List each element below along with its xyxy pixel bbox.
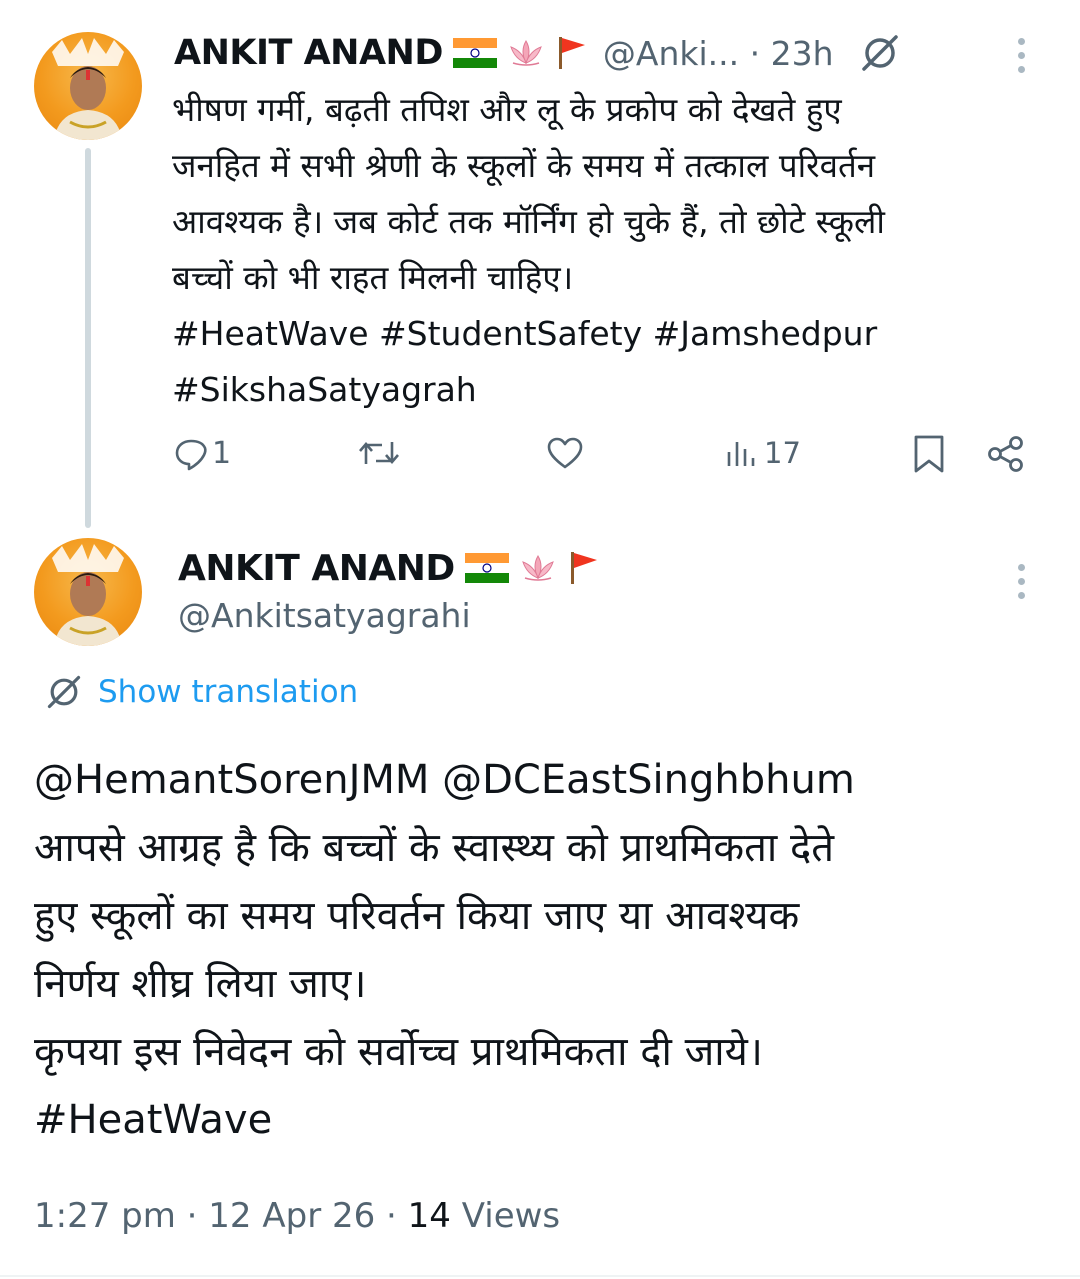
bookmark-icon — [914, 435, 944, 473]
views-label: Views — [450, 1196, 561, 1236]
views-number: 14 — [407, 1196, 451, 1236]
hashtag-link[interactable]: #SikshaSatyagrah — [172, 362, 1052, 418]
tweet1-header: ANKIT ANAND @Anki... · 23h — [174, 30, 902, 76]
show-translation-button[interactable]: Show translation — [44, 672, 358, 712]
translate-icon[interactable] — [858, 31, 902, 75]
lotus-icon — [510, 40, 542, 66]
hashtag-link[interactable]: #HeatWave — [34, 1086, 1054, 1154]
thread-line — [85, 148, 91, 528]
bookmark-button[interactable] — [912, 434, 946, 474]
tweet-text-line: बच्चों को भी राहत मिलनी चाहिए। — [172, 258, 574, 297]
tweet-text-line: जनहित में सभी श्रेणी के स्कूलों के समय म… — [172, 146, 876, 185]
avatar-image — [52, 544, 124, 646]
reply-button[interactable]: 1 — [174, 436, 231, 471]
translate-icon — [47, 675, 81, 709]
tweet2-body: @HemantSorenJMM @DCEastSinghbhum आपसे आग… — [34, 746, 1054, 1154]
tweet-text-line: निर्णय शीघ्र लिया जाए। — [34, 961, 367, 1007]
author-name[interactable]: ANKIT ANAND — [178, 548, 455, 589]
avatar-image — [52, 38, 124, 140]
timestamp[interactable]: 1:27 pm · 12 Apr 26 · — [34, 1196, 408, 1236]
avatar[interactable] — [34, 32, 142, 140]
mention-links[interactable]: @HemantSorenJMM @DCEastSinghbhum — [34, 746, 1054, 814]
lotus-icon — [521, 555, 554, 581]
divider — [0, 1275, 1080, 1277]
tweet-meta: 1:27 pm · 12 Apr 26 · 14 Views — [34, 1196, 560, 1236]
tweet-text-line: आपसे आग्रह है कि बच्चों के स्वास्थ्य को … — [34, 825, 834, 871]
share-icon — [988, 436, 1023, 472]
like-icon — [547, 437, 583, 469]
more-icon[interactable] — [1018, 564, 1025, 606]
india-flag-icon — [464, 553, 509, 583]
tweet-text-line: भीषण गर्मी, बढ़ती तपिश और लू के प्रकोप क… — [172, 90, 842, 129]
retweet-icon — [359, 442, 399, 464]
retweet-button[interactable] — [358, 436, 400, 470]
saffron-flag-icon — [558, 37, 585, 69]
author-name[interactable]: ANKIT ANAND — [174, 33, 443, 73]
handle[interactable]: @Ankitsatyagrahi — [178, 596, 471, 635]
show-translation-label: Show translation — [98, 674, 359, 710]
views-icon — [727, 442, 755, 466]
more-icon[interactable] — [1018, 38, 1025, 80]
tweet1-body: भीषण गर्मी, बढ़ती तपिश और लू के प्रकोप क… — [172, 82, 1052, 418]
share-button[interactable] — [986, 434, 1026, 474]
tweet-text-line: कृपया इस निवेदन को सर्वोच्च प्राथमिकता द… — [34, 1029, 763, 1075]
views-count: 17 — [764, 436, 801, 470]
handle-time[interactable]: @Anki... · 23h — [603, 34, 834, 73]
like-button[interactable] — [546, 436, 584, 470]
avatar[interactable] — [34, 538, 142, 646]
reply-icon — [175, 439, 207, 470]
tweet2-header: ANKIT ANAND — [178, 544, 601, 592]
tweet-text-line: आवश्यक है। जब कोर्ट तक मॉर्निंग हो चुके … — [172, 202, 885, 241]
reply-count: 1 — [212, 436, 232, 471]
saffron-flag-icon — [570, 552, 597, 584]
views-button[interactable]: 17 — [726, 436, 801, 470]
hashtag-link[interactable]: #HeatWave #StudentSafety #Jamshedpur — [172, 306, 1052, 362]
tweet-text-line: हुए स्कूलों का समय परिवर्तन किया जाए या … — [34, 893, 800, 939]
india-flag-icon — [452, 38, 497, 68]
